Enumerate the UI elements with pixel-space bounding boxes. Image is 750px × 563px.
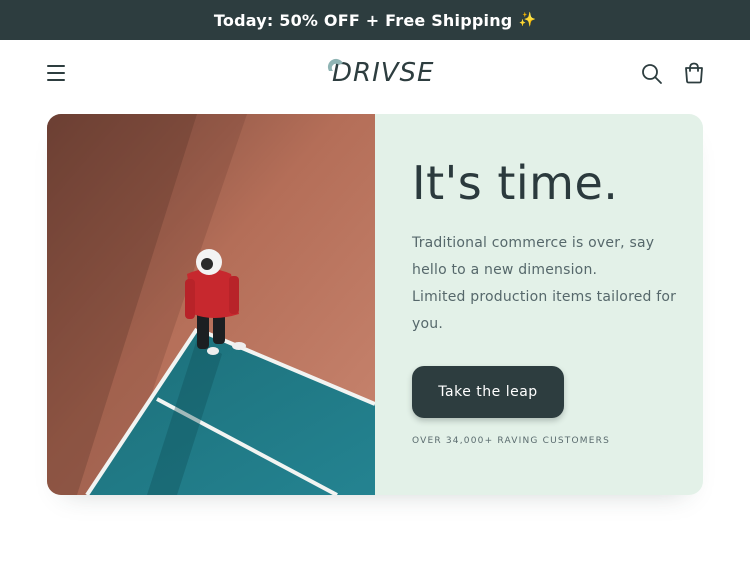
announcement-bar: Today: 50% OFF + Free Shipping ✨ [0,0,750,40]
sparkles-icon: ✨ [518,12,537,28]
hero-banner: It's time. Traditional commerce is over,… [47,114,703,495]
hero-content: It's time. Traditional commerce is over,… [375,114,703,495]
menu-button[interactable] [42,59,70,87]
cart-icon [685,62,703,84]
hero-image [47,114,375,495]
hero-description: Traditional commerce is over, say hello … [412,230,682,338]
logo-link[interactable]: DRIVSE [326,56,434,90]
announcement-text: Today: 50% OFF + Free Shipping [213,10,513,30]
hero-description-line: Traditional commerce is over, say hello … [412,235,655,278]
hero-title: It's time. [412,156,619,210]
hero-description-line: Limited production items tailored for yo… [412,289,677,332]
social-proof-text: OVER 34,000+ RAVING CUSTOMERS [412,436,611,446]
site-header: DRIVSE [0,40,750,106]
cart-button[interactable] [680,59,708,87]
take-the-leap-button[interactable]: Take the leap [412,366,564,418]
menu-icon-bar [47,79,65,81]
search-button[interactable] [638,60,666,88]
logo-mark-icon [327,58,343,71]
menu-icon [47,65,65,67]
menu-icon-bar [47,72,65,74]
search-icon [642,64,662,84]
